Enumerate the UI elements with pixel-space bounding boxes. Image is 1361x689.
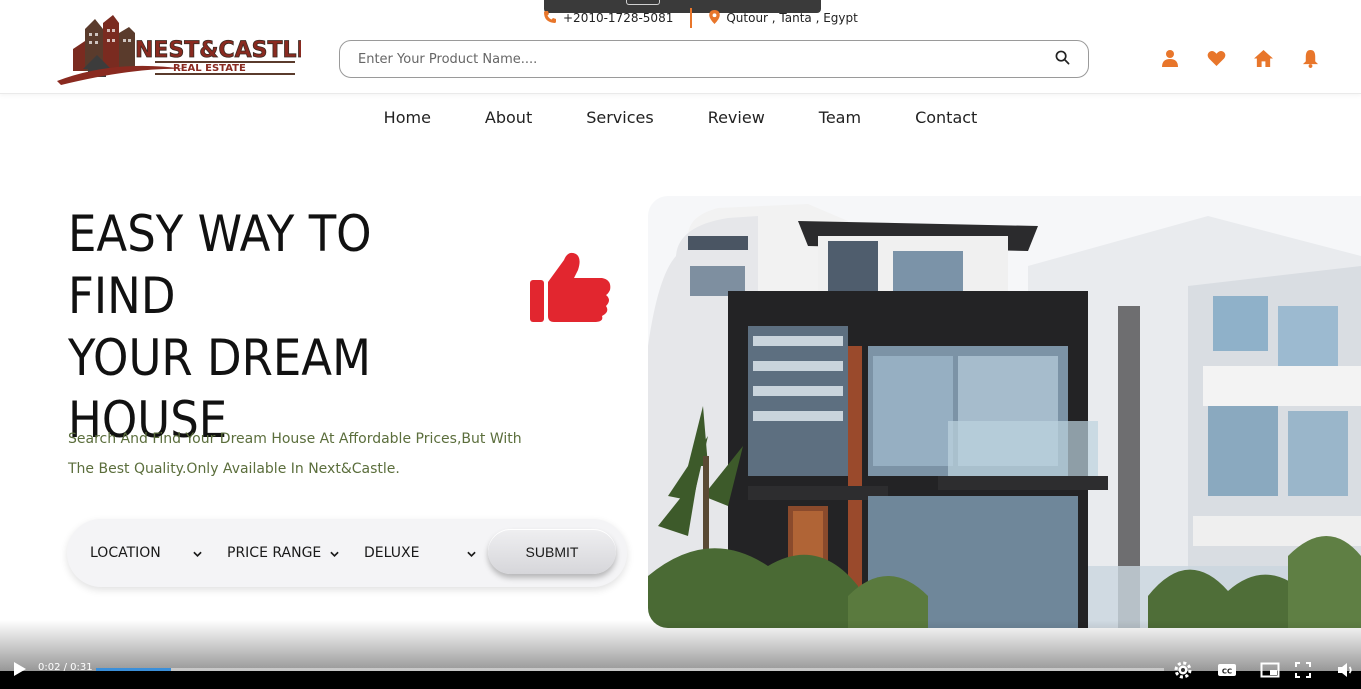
hero-title-line-2: YOUR DREAM: [68, 329, 371, 387]
video-controls-bar: [0, 671, 1361, 689]
bell-icon[interactable]: [1287, 46, 1334, 70]
nav-services[interactable]: Services: [559, 106, 680, 130]
search-icon[interactable]: [1055, 50, 1070, 69]
phone-icon: [543, 10, 557, 27]
location-pin-icon: [709, 9, 721, 27]
price-range-select-label: PRICE RANGE: [227, 545, 322, 561]
product-search-box: [339, 40, 1089, 78]
location-select-label: LOCATION: [90, 545, 161, 561]
hero-title-line-1: EASY WAY TO FIND: [68, 205, 372, 325]
contact-bar: +2010-1728-5081 Qutour , Tanta , Egypt: [543, 8, 858, 28]
logo-text-bottom: REAL ESTATE: [173, 63, 246, 74]
volume-icon[interactable]: [1336, 660, 1356, 680]
nav-contact[interactable]: Contact: [888, 106, 1004, 130]
product-search-input[interactable]: [358, 51, 1055, 67]
logo-text-top: NEST&CASTLE: [135, 38, 301, 63]
submit-button[interactable]: SUBMIT: [488, 529, 616, 574]
address-text: Qutour , Tanta , Egypt: [726, 11, 858, 25]
contact-address[interactable]: Qutour , Tanta , Egypt: [709, 9, 858, 27]
captions-icon[interactable]: CC: [1217, 660, 1237, 680]
settings-gear-icon[interactable]: [1173, 660, 1193, 680]
hero-title: EASY WAY TO FIND YOUR DREAM HOUSE: [68, 203, 482, 451]
contact-divider: [690, 8, 693, 28]
header-icon-group: [1146, 46, 1334, 70]
main-nav: Home About Services Review Team Contact: [0, 106, 1361, 130]
video-progress-fill: [96, 668, 171, 671]
nav-about[interactable]: About: [458, 106, 559, 130]
home-icon[interactable]: [1240, 46, 1287, 70]
phone-number: +2010-1728-5081: [563, 11, 674, 25]
user-icon[interactable]: [1146, 46, 1193, 70]
deluxe-select[interactable]: DELUXE: [351, 530, 488, 576]
chevron-down-icon: [330, 546, 339, 562]
fullscreen-icon[interactable]: [1293, 660, 1313, 680]
chevron-down-icon: [193, 546, 202, 562]
miniplayer-icon[interactable]: [1260, 660, 1280, 680]
thumbs-up-icon: [528, 250, 614, 326]
play-icon[interactable]: [12, 660, 28, 678]
svg-text:CC: CC: [1222, 668, 1232, 676]
nav-review[interactable]: Review: [681, 106, 792, 130]
chevron-down-icon: [467, 546, 476, 562]
hero-description: Search And Find Your Dream House At Affo…: [68, 431, 522, 477]
hero-house-image: [648, 196, 1361, 628]
price-range-select[interactable]: PRICE RANGE: [214, 530, 351, 576]
nav-home[interactable]: Home: [357, 106, 458, 130]
deluxe-select-label: DELUXE: [364, 545, 420, 561]
contact-phone[interactable]: +2010-1728-5081: [543, 10, 673, 27]
brand-logo[interactable]: NEST&CASTLE REAL ESTATE: [55, 11, 312, 87]
video-progress-bar[interactable]: [96, 668, 1164, 671]
heart-icon[interactable]: [1193, 46, 1240, 70]
location-select[interactable]: LOCATION: [77, 530, 214, 576]
page: NEST&CASTLE REAL ESTATE Enter Your Produ…: [0, 0, 1361, 689]
video-time: 0:02 / 0:31: [38, 662, 93, 673]
nav-team[interactable]: Team: [792, 106, 888, 130]
